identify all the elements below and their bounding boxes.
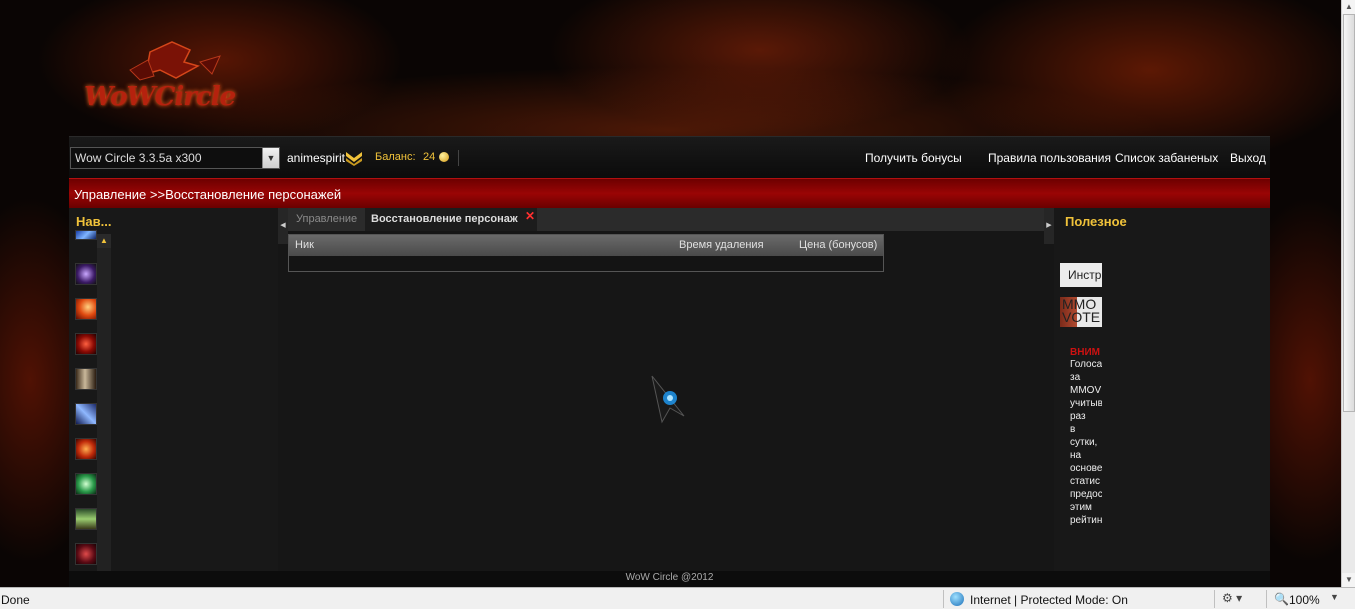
- chevron-down-icon[interactable]: ▼: [1330, 592, 1339, 602]
- tab-management[interactable]: Управление: [290, 208, 363, 231]
- warning-line: Голоса: [1070, 359, 1102, 370]
- instructions-tab[interactable]: Инстр: [1060, 263, 1102, 287]
- column-header-price[interactable]: Цена (бонусов): [799, 239, 877, 251]
- breadcrumb-bar: Управление >>Восстановление персонажей: [69, 178, 1270, 208]
- server-select-value: Wow Circle 3.3.5a x300: [75, 151, 202, 165]
- left-panel-title: Нав...: [76, 214, 112, 229]
- chevron-down-icon[interactable]: ▼: [262, 148, 279, 168]
- mmovote-banner[interactable]: MMO VOTE: [1060, 297, 1102, 327]
- spell-icon-list: [73, 230, 100, 571]
- left-scrollbar[interactable]: ▲: [97, 234, 111, 571]
- logo-text: WoWCircle: [84, 82, 236, 112]
- globe-icon: [950, 592, 964, 606]
- spell-icon-lightning[interactable]: [75, 403, 97, 425]
- coin-icon: [439, 152, 449, 162]
- column-header-deletion-time[interactable]: Время удаления: [679, 239, 764, 251]
- warning-line: раз: [1070, 411, 1086, 422]
- close-icon[interactable]: ✕: [525, 209, 535, 223]
- vote-line-2: VOTE: [1062, 309, 1101, 325]
- warning-line: учитыв: [1070, 398, 1102, 409]
- right-panel-title: Полезное: [1065, 214, 1127, 229]
- tab-strip: Управление Восстановление персонаж ✕: [288, 208, 1044, 231]
- username[interactable]: animespirit: [287, 151, 345, 165]
- characters-table: Ник Время удаления Цена (бонусов): [288, 234, 884, 272]
- spell-icon-face[interactable]: [75, 368, 97, 390]
- main-content: ◀ Управление Восстановление персонаж ✕ Н…: [278, 208, 1054, 571]
- wowcircle-logo[interactable]: WoWCircle: [80, 40, 265, 120]
- table-header: Ник Время удаления Цена (бонусов): [289, 235, 883, 256]
- spell-icon-dark-red[interactable]: [75, 543, 97, 565]
- tab-character-restore[interactable]: Восстановление персонаж ✕: [365, 208, 537, 231]
- spell-icon-red[interactable]: [75, 333, 97, 355]
- get-bonuses-link[interactable]: Получить бонусы: [865, 151, 962, 165]
- column-header-nick[interactable]: Ник: [295, 239, 314, 251]
- page-scrollbar[interactable]: ▲ ▼: [1341, 0, 1355, 587]
- balance-value: 24: [423, 151, 436, 163]
- zoom-icon[interactable]: 🔍: [1274, 592, 1289, 606]
- browser-status-bar: Done Internet | Protected Mode: On ⚙ ▾ 🔍…: [0, 587, 1355, 609]
- warning-heading: ВНИМ: [1070, 347, 1100, 358]
- right-panel: Полезное Инстр MMO VOTE ВНИМ Голоса за M…: [1054, 208, 1270, 571]
- divider: [1214, 590, 1215, 608]
- warning-line: статис: [1070, 476, 1100, 487]
- warning-line: на: [1070, 450, 1082, 461]
- left-nav-panel: Нав... ▲: [69, 208, 278, 571]
- footer: WoW Circle @2012: [69, 571, 1270, 587]
- top-bar: Wow Circle 3.3.5a x300 ▼ animespirit Бал…: [69, 136, 1270, 178]
- collapse-left-icon[interactable]: ◀: [278, 208, 288, 244]
- tab-label: Восстановление персонаж: [371, 213, 518, 225]
- breadcrumb: Управление >>Восстановление персонажей: [74, 187, 342, 202]
- scroll-up-icon[interactable]: ▲: [97, 234, 111, 248]
- spell-icon-potion[interactable]: [75, 508, 97, 530]
- spell-icon-blue[interactable]: [75, 230, 97, 240]
- logout-link[interactable]: Выход: [1230, 151, 1266, 165]
- warning-line: этим: [1070, 502, 1092, 513]
- warning-line: за: [1070, 372, 1081, 383]
- warning-line: MMOV: [1070, 385, 1102, 396]
- rules-link[interactable]: Правила пользования: [988, 151, 1111, 165]
- spell-icon-fire[interactable]: [75, 298, 97, 320]
- warning-line: сутки,: [1070, 437, 1098, 448]
- spell-icon-flame[interactable]: [75, 438, 97, 460]
- spell-icon-green-orb[interactable]: [75, 473, 97, 495]
- banned-list-link[interactable]: Список забаненых: [1115, 151, 1218, 165]
- scrollbar-thumb[interactable]: [1343, 14, 1355, 412]
- warning-line: в: [1070, 424, 1076, 435]
- warning-line: основе: [1070, 463, 1102, 474]
- warning-text: Голоса за MMOV учитыв раз в сутки, на ос…: [1060, 358, 1102, 527]
- scroll-up-icon[interactable]: ▲: [1342, 0, 1355, 14]
- tools-icon[interactable]: ⚙ ▾: [1222, 591, 1242, 605]
- warning-line: рейтин: [1070, 515, 1102, 526]
- spell-icon-purple[interactable]: [75, 263, 97, 285]
- warning-line: предос: [1070, 489, 1102, 500]
- divider: [943, 590, 944, 608]
- status-text: Done: [1, 593, 30, 607]
- useful-box: Инстр MMO VOTE ВНИМ Голоса за MMOV учиты…: [1060, 263, 1102, 563]
- divider: [1266, 590, 1267, 608]
- server-select[interactable]: Wow Circle 3.3.5a x300 ▼: [70, 147, 280, 169]
- scroll-down-icon[interactable]: ▼: [1342, 573, 1355, 587]
- divider: [458, 150, 459, 166]
- security-zone[interactable]: Internet | Protected Mode: On: [970, 593, 1128, 607]
- balance-label: Баланс:: [375, 151, 416, 163]
- rank-chevron-icon: [346, 152, 362, 166]
- page: WoWCircle Wow Circle 3.3.5a x300 ▼ anime…: [0, 0, 1341, 587]
- zoom-level[interactable]: 100%: [1289, 593, 1320, 607]
- loading-cursor-icon: [651, 375, 685, 424]
- collapse-right-icon[interactable]: ▶: [1044, 208, 1054, 244]
